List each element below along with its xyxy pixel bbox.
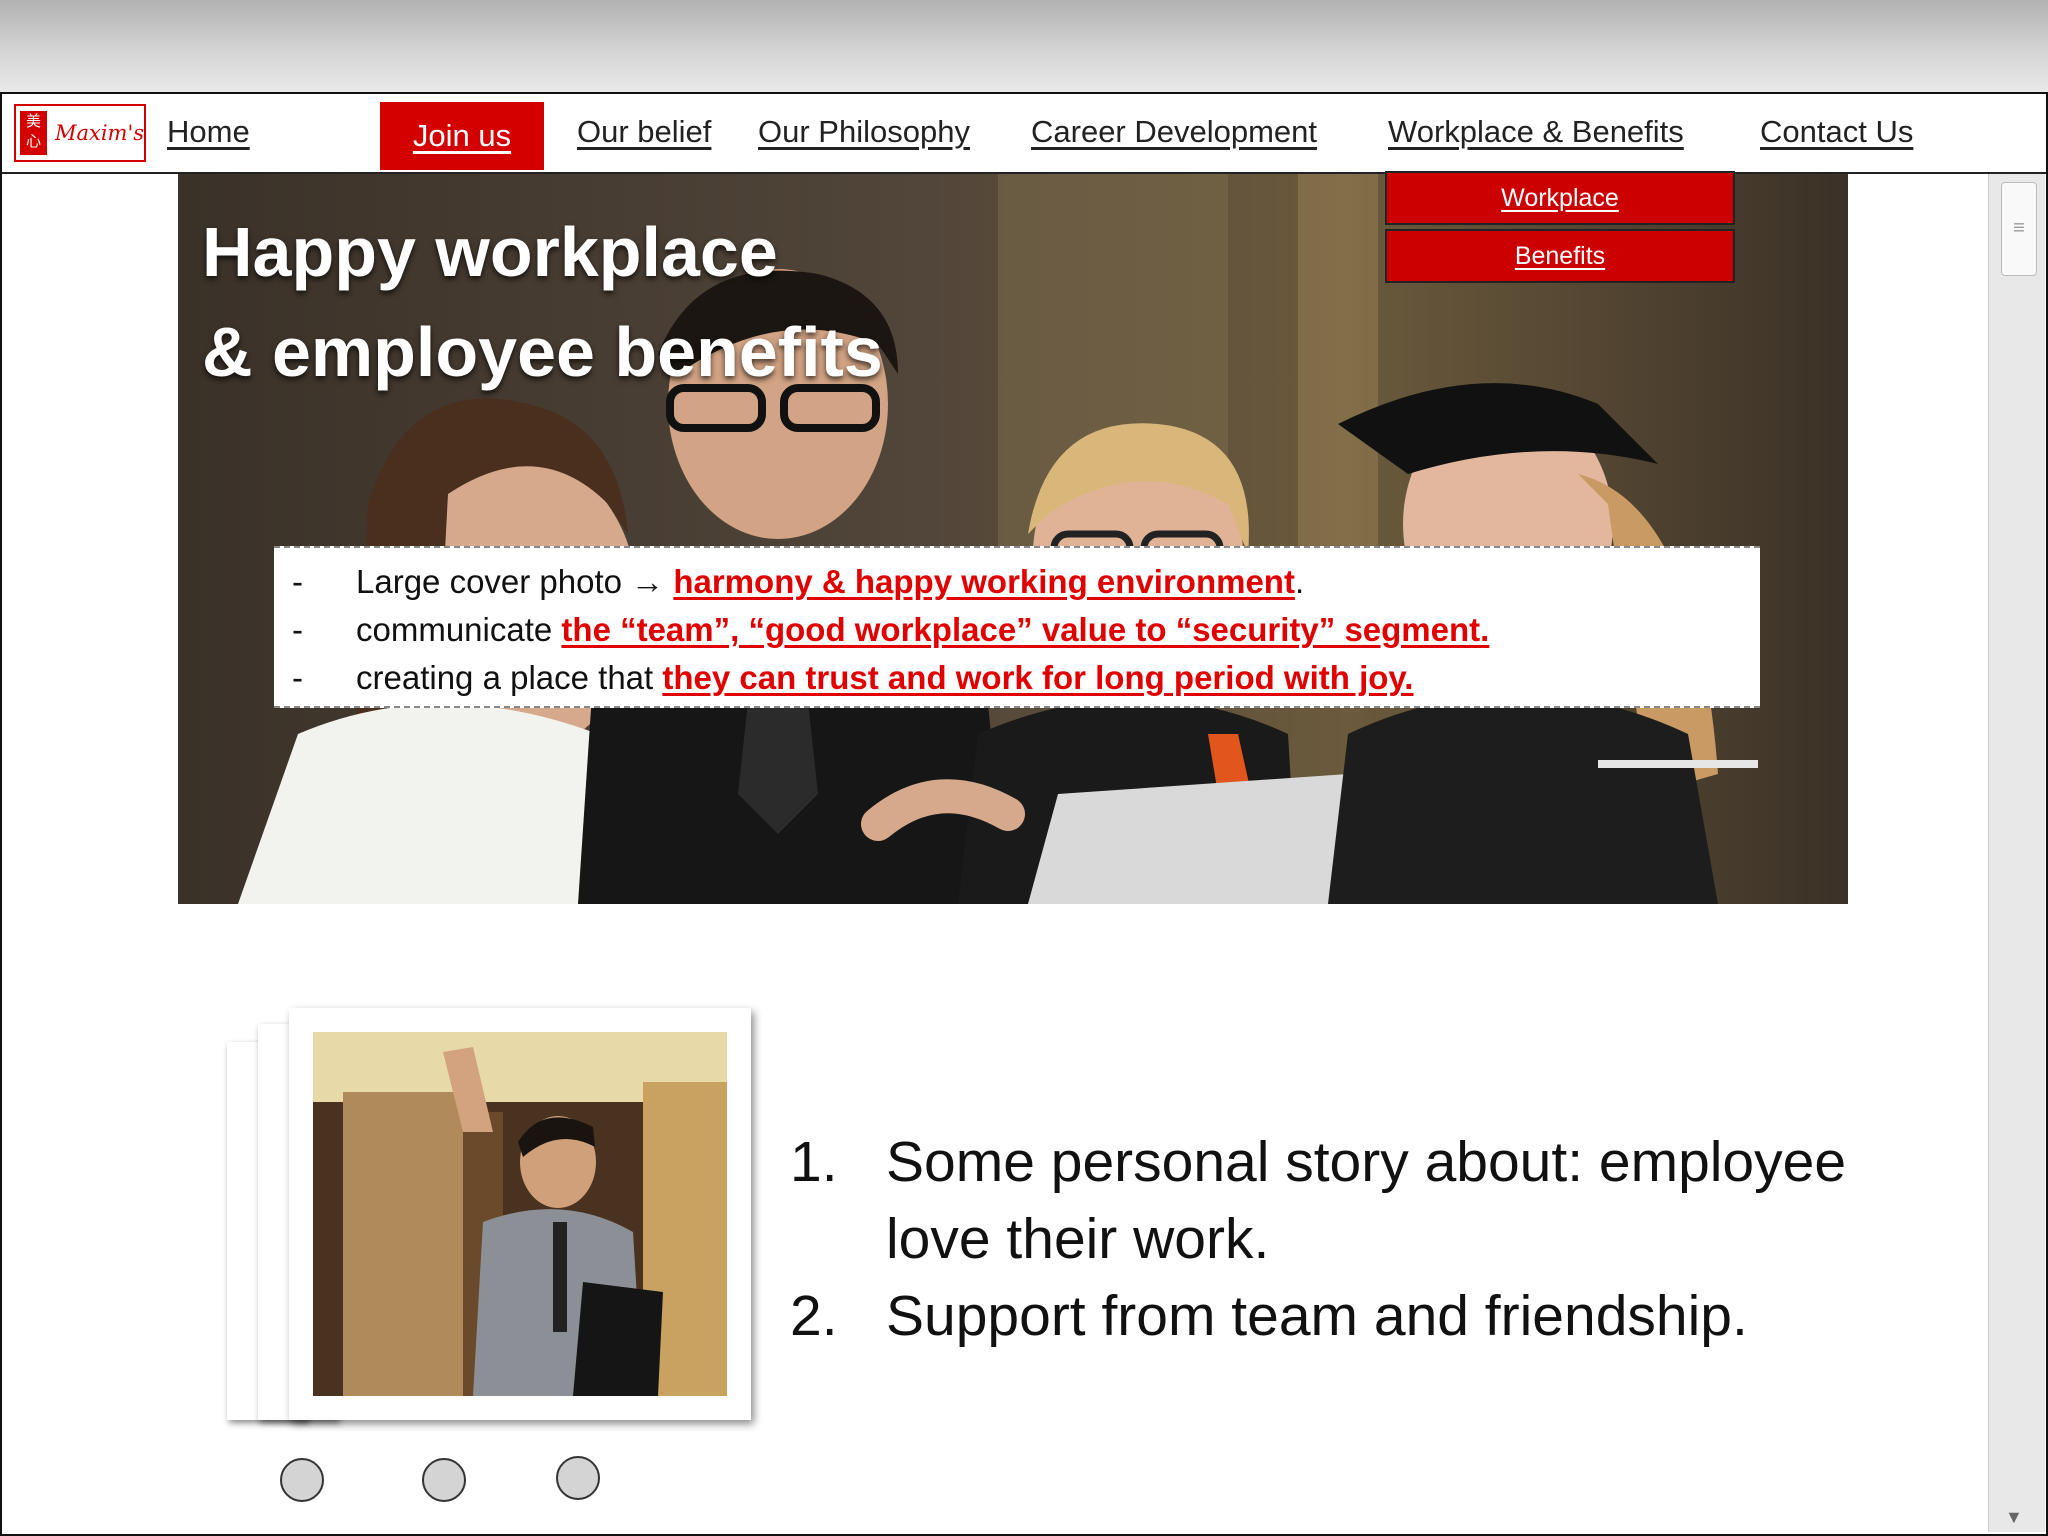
note-highlight: the “team”, “good workplace” value to “s…	[561, 611, 1490, 648]
logo-wordmark: Maxim's	[54, 121, 144, 145]
note-row: - communicate the “team”, “good workplac…	[292, 606, 1760, 654]
dropdown-item-benefits[interactable]: Benefits	[1385, 229, 1735, 283]
nav-home[interactable]: Home	[167, 114, 250, 150]
annotation-note-box: - Large cover photo → harmony & happy wo…	[274, 546, 1760, 708]
logo-seal-icon: 美心	[20, 111, 47, 155]
note-plain-text: creating a place that	[356, 659, 663, 696]
workplace-dropdown-menu: Workplace Benefits	[1385, 171, 1735, 287]
employee-photo-image	[313, 1032, 727, 1396]
scroll-down-arrow-icon[interactable]: ▼	[2005, 1507, 2023, 1528]
hero-title-line2: & employee benefits	[202, 313, 883, 391]
scrollbar-thumb[interactable]: ≡	[2001, 182, 2037, 276]
story-text: love their work.	[886, 1207, 1270, 1271]
hero-title: Happy workplace & employee benefits	[202, 202, 883, 402]
nav-bar: 美心 Maxim's Home Join us Our belief Our P…	[2, 94, 2046, 174]
slide-header-band	[0, 0, 2048, 92]
note-row: - creating a place that they can trust a…	[292, 654, 1760, 702]
story-list: 1. Some personal story about: employee l…	[790, 1124, 1846, 1355]
note-bullet: -	[292, 563, 303, 600]
vertical-scrollbar[interactable]: ≡ ▼	[1988, 174, 2045, 1532]
story-number: 2.	[790, 1284, 838, 1348]
note-plain-text: Large cover photo →	[356, 563, 674, 600]
nav-workplace-benefits[interactable]: Workplace & Benefits	[1388, 114, 1684, 150]
note-plain-text: communicate	[356, 611, 562, 648]
note-trailing: .	[1294, 563, 1305, 600]
nav-our-belief[interactable]: Our belief	[577, 114, 711, 150]
note-bullet: -	[292, 611, 303, 648]
dropdown-item-workplace[interactable]: Workplace	[1385, 171, 1735, 225]
carousel-dot[interactable]	[422, 1458, 466, 1502]
note-highlight: they can trust and work for long period …	[662, 659, 1414, 696]
note-row: - Large cover photo → harmony & happy wo…	[292, 558, 1760, 606]
note-highlight: harmony & happy working environment	[673, 563, 1295, 600]
story-item: 2. Support from team and friendship.	[790, 1278, 1846, 1355]
story-number: 1.	[790, 1130, 838, 1194]
nav-our-philosophy[interactable]: Our Philosophy	[758, 114, 970, 150]
story-text: Support from team and friendship.	[886, 1284, 1748, 1348]
nav-career-development[interactable]: Career Development	[1031, 114, 1317, 150]
gallery-photo-card[interactable]	[289, 1008, 751, 1420]
carousel-dot[interactable]	[556, 1456, 600, 1500]
maxims-logo[interactable]: 美心 Maxim's	[14, 104, 146, 162]
nav-contact-us[interactable]: Contact Us	[1760, 114, 1913, 150]
story-item-continuation: love their work.	[790, 1201, 1846, 1278]
note-bullet: -	[292, 659, 303, 696]
story-text: Some personal story about: employee	[886, 1130, 1847, 1194]
hero-title-line1: Happy workplace	[202, 213, 778, 291]
carousel-dot[interactable]	[280, 1458, 324, 1502]
browser-mockup-frame: 美心 Maxim's Home Join us Our belief Our P…	[0, 92, 2048, 1536]
nav-join-us-button[interactable]: Join us	[380, 102, 544, 170]
story-indent	[790, 1201, 886, 1278]
grip-icon: ≡	[2013, 217, 2025, 239]
story-item: 1. Some personal story about: employee	[790, 1124, 1846, 1201]
